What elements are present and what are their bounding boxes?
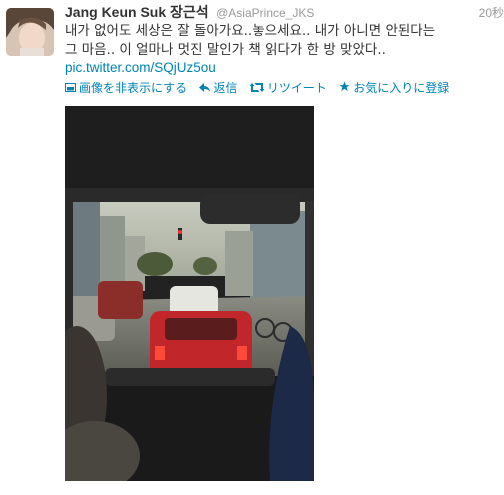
retweet-icon xyxy=(249,81,265,95)
tweet-text: 내가 없어도 세상은 잘 돌아가요..놓으세요.. 내가 아니면 안된다는 그 … xyxy=(65,22,497,60)
hide-media-button[interactable]: 画像を非表示にする xyxy=(65,79,187,96)
tweet-header: Jang Keun Suk 장근석 @AsiaPrince_JKS 20秒 xyxy=(65,2,504,20)
tweet-text-line: 그 마음.. 이 얼마나 멋진 말인가 책 읽다가 한 방 맞았다.. xyxy=(65,42,386,58)
tweet-text-line: 내가 없어도 세상은 잘 돌아가요..놓으세요.. 내가 아니면 안된다는 xyxy=(65,23,436,39)
reply-button[interactable]: 返信 xyxy=(199,79,237,96)
tweet-actions: 画像を非表示にする 返信 リツイート お気に入りに登録 xyxy=(65,79,458,95)
image-icon xyxy=(65,81,76,95)
hide-media-label: 画像を非表示にする xyxy=(79,81,188,95)
photo-street-from-bus xyxy=(65,106,314,481)
retweet-button[interactable]: リツイート xyxy=(249,79,327,96)
tweet-photo[interactable] xyxy=(65,106,314,481)
reply-label: 返信 xyxy=(213,81,238,95)
retweet-label: リツイート xyxy=(266,81,327,95)
timestamp[interactable]: 20秒 xyxy=(479,4,504,21)
reply-arrow-icon xyxy=(199,81,211,95)
favorite-label: お気に入りに登録 xyxy=(353,81,450,95)
favorite-button[interactable]: お気に入りに登録 xyxy=(339,79,449,96)
screen-name[interactable]: @AsiaPrince_JKS xyxy=(216,6,314,20)
avatar-image xyxy=(6,8,54,56)
star-icon xyxy=(339,80,350,95)
fullname[interactable]: Jang Keun Suk 장근석 xyxy=(65,4,209,20)
media-link[interactable]: pic.twitter.com/SQjUz5ou xyxy=(65,60,216,75)
avatar[interactable] xyxy=(6,8,54,56)
tweet: Jang Keun Suk 장근석 @AsiaPrince_JKS 20秒 내가… xyxy=(0,0,504,495)
